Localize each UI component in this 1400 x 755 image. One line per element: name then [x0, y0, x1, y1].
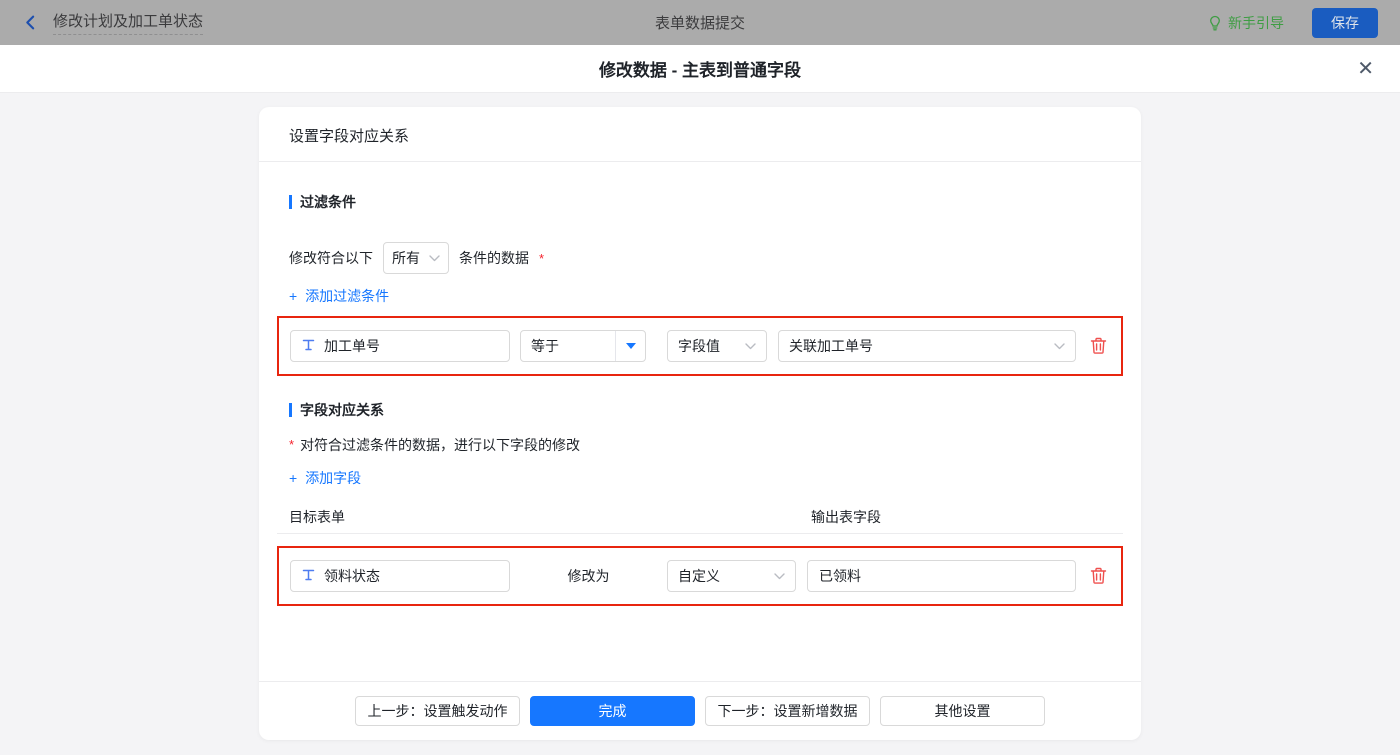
save-button[interactable]: 保存: [1312, 7, 1378, 38]
chevron-down-icon: [1054, 342, 1065, 349]
next-step-button[interactable]: 下一步：设置新增数据: [705, 696, 870, 726]
lightbulb-icon: [1208, 15, 1222, 31]
modal-title: 修改数据 - 主表到普通字段: [598, 61, 802, 80]
delete-mapping-row-button[interactable]: [1090, 567, 1107, 585]
match-mode-select[interactable]: 所有: [383, 242, 449, 274]
modify-to-label: 修改为: [567, 568, 610, 584]
add-field-link[interactable]: + 添加字段: [289, 468, 361, 488]
text-field-icon: [302, 569, 315, 583]
caret-down-icon: [615, 331, 645, 361]
delete-filter-row-button[interactable]: [1090, 337, 1107, 355]
add-filter-condition-link[interactable]: + 添加过滤条件: [289, 286, 389, 306]
plus-icon: +: [289, 470, 298, 486]
filter-field-value: 加工单号: [324, 338, 380, 354]
filter-suffix-label: 条件的数据: [459, 250, 529, 266]
mapping-description-text: 对符合过滤条件的数据，进行以下字段的修改: [300, 437, 581, 453]
condition-value-select[interactable]: 关联加工单号: [778, 330, 1076, 362]
target-field-value: 领料状态: [324, 568, 380, 584]
modal-header: 修改数据 - 主表到普通字段 ✕: [0, 45, 1400, 93]
card-header-title: 设置字段对应关系: [259, 107, 1141, 162]
modify-type-value: 自定义: [678, 568, 720, 584]
mapping-description: * 对符合过滤条件的数据，进行以下字段的修改: [289, 435, 1111, 455]
card-footer: 上一步：设置触发动作 完成 下一步：设置新增数据 其他设置: [259, 681, 1141, 740]
condition-value: 关联加工单号: [789, 338, 873, 354]
operator-select[interactable]: 等于: [520, 330, 646, 362]
card-body: 过滤条件 修改符合以下 所有 条件的数据 * + 添加过滤条件 加工单号 等于 …: [259, 162, 1141, 681]
mapping-column-headers: 目标表单 输出表字段: [289, 507, 1111, 525]
filter-field-picker[interactable]: 加工单号: [290, 330, 510, 362]
back-icon[interactable]: [22, 14, 39, 31]
modify-type-select[interactable]: 自定义: [667, 560, 796, 592]
column-divider: [277, 533, 1123, 534]
filter-prefix-label: 修改符合以下: [289, 250, 373, 266]
prev-step-button[interactable]: 上一步：设置触发动作: [355, 696, 520, 726]
mapping-section-title: 字段对应关系: [289, 400, 1111, 420]
beginner-guide-link[interactable]: 新手引导: [1208, 13, 1284, 33]
filter-row-highlight: 加工单号 等于 字段值 关联加工单号: [277, 316, 1123, 376]
required-asterisk: *: [289, 437, 295, 452]
required-asterisk: *: [539, 250, 545, 266]
topbar-center-title: 表单数据提交: [654, 15, 745, 32]
settings-card: 设置字段对应关系 过滤条件 修改符合以下 所有 条件的数据 * + 添加过滤条件: [259, 107, 1141, 740]
operator-value: 等于: [531, 338, 559, 354]
topbar-left: 修改计划及加工单状态: [22, 10, 204, 35]
add-filter-condition-label: 添加过滤条件: [305, 288, 390, 304]
workflow-title[interactable]: 修改计划及加工单状态: [53, 10, 204, 35]
trash-icon: [1090, 337, 1107, 354]
column-output-field: 输出表字段: [811, 509, 881, 525]
plus-icon: +: [289, 288, 298, 304]
top-navigation-bar: 修改计划及加工单状态 表单数据提交 新手引导 保存: [0, 0, 1400, 45]
other-settings-button[interactable]: 其他设置: [880, 696, 1045, 726]
chevron-down-icon: [774, 572, 785, 579]
column-target-form: 目标表单: [289, 509, 345, 525]
text-field-icon: [302, 339, 315, 353]
filter-section-title: 过滤条件: [289, 192, 1111, 212]
chevron-down-icon: [429, 254, 440, 261]
modal-content-area: 设置字段对应关系 过滤条件 修改符合以下 所有 条件的数据 * + 添加过滤条件: [0, 93, 1400, 740]
add-field-label: 添加字段: [305, 470, 362, 486]
beginner-guide-label: 新手引导: [1228, 14, 1284, 31]
close-icon[interactable]: ✕: [1357, 59, 1374, 79]
value-type-value: 字段值: [678, 338, 720, 354]
custom-value-input[interactable]: [807, 560, 1076, 592]
target-field-picker[interactable]: 领料状态: [290, 560, 510, 592]
topbar-right: 新手引导 保存: [1208, 7, 1378, 38]
value-type-select[interactable]: 字段值: [667, 330, 767, 362]
mapping-row-highlight: 领料状态 修改为 自定义: [277, 546, 1123, 606]
trash-icon: [1090, 567, 1107, 584]
done-button[interactable]: 完成: [530, 696, 695, 726]
chevron-down-icon: [745, 342, 756, 349]
match-mode-value: 所有: [392, 250, 420, 266]
filter-match-line: 修改符合以下 所有 条件的数据 *: [289, 242, 1111, 274]
